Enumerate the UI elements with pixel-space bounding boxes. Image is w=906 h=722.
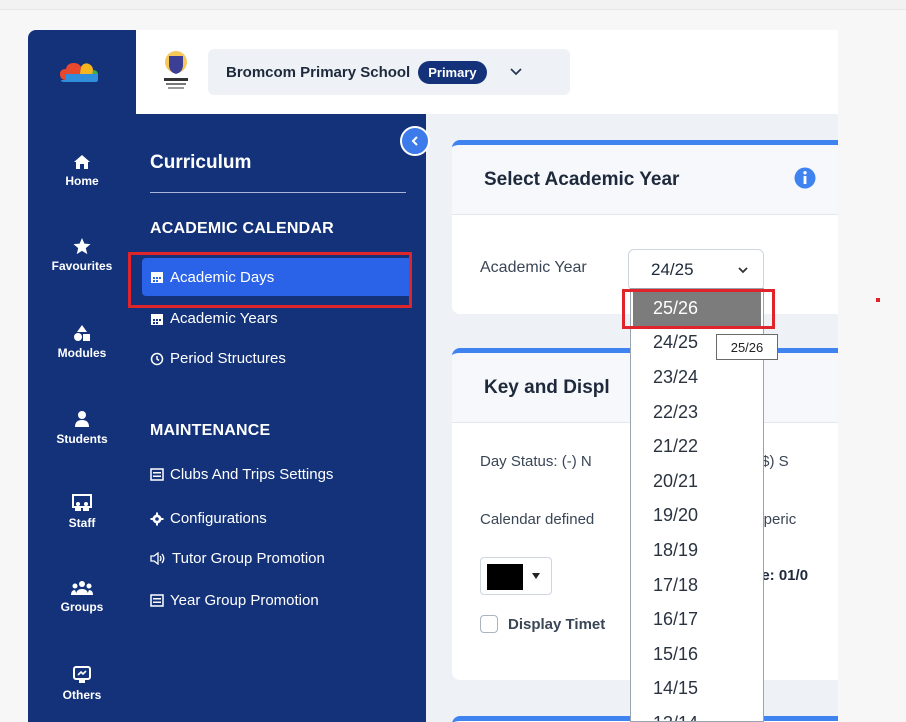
academic-year-select-value: 24/25: [651, 260, 694, 279]
chevron-down-icon[interactable]: [509, 65, 523, 79]
dropdown-option[interactable]: 16/17: [631, 602, 763, 637]
staff-icon: [72, 494, 92, 511]
gear-icon: [150, 512, 164, 525]
rail-item-home[interactable]: Home: [28, 154, 136, 190]
rail-label: Home: [65, 174, 99, 188]
rail-item-others[interactable]: Others: [28, 666, 136, 704]
school-selector[interactable]: Bromcom Primary School Primary: [208, 49, 570, 95]
academic-year-select[interactable]: 24/25: [628, 249, 764, 291]
list-icon: [150, 594, 164, 607]
student-icon: [75, 411, 89, 427]
collapse-nav-button[interactable]: [400, 126, 430, 156]
chevron-left-icon: [411, 136, 418, 146]
display-timetable-toggle[interactable]: Display Timet: [480, 615, 605, 633]
rail-label: Groups: [60, 600, 104, 614]
list-icon: [150, 468, 164, 481]
card-header: Select Academic Year: [452, 145, 838, 215]
dropdown-option[interactable]: 21/22: [631, 429, 763, 464]
academic-year-label: Academic Year: [480, 259, 587, 276]
card-title: Select Academic Year: [484, 168, 680, 190]
school-type-badge: Primary: [418, 60, 487, 84]
info-icon[interactable]: [794, 167, 816, 189]
rail-item-modules[interactable]: Modules: [28, 324, 136, 362]
browser-top-strip: [0, 0, 906, 10]
icon-rail: Home Favourites Modules Students Staff G…: [28, 114, 136, 722]
modules-icon: [74, 325, 90, 341]
chevron-down-icon: [738, 267, 748, 274]
nav-item-label: Configurations: [170, 510, 267, 527]
home-icon: [74, 155, 90, 169]
rail-item-groups[interactable]: Groups: [28, 580, 136, 616]
rail-label: Students: [56, 432, 108, 446]
nav-item-label: Clubs And Trips Settings: [170, 466, 334, 483]
star-icon: [73, 238, 91, 255]
nav-title: Curriculum: [150, 152, 252, 173]
nav-item-label: Period Structures: [170, 350, 286, 367]
caret-down-icon: [532, 573, 540, 579]
color-swatch: [487, 564, 523, 590]
nav-item-year-group-promotion[interactable]: Year Group Promotion: [150, 592, 319, 609]
dropdown-option[interactable]: 15/16: [631, 637, 763, 672]
dropdown-option[interactable]: 18/19: [631, 533, 763, 568]
nav-item-period-structures[interactable]: Period Structures: [150, 350, 286, 367]
dropdown-option[interactable]: 19/20: [631, 499, 763, 534]
dropdown-option[interactable]: 23/24: [631, 360, 763, 395]
option-tooltip: 25/26: [716, 334, 778, 360]
rail-label: Others: [62, 688, 102, 702]
dropdown-option[interactable]: 22/23: [631, 395, 763, 430]
display-checkbox-label: Display Timet: [508, 615, 606, 633]
nav-item-label: Academic Years: [170, 310, 278, 327]
calendar-defined-text: Calendar defined: [480, 511, 595, 528]
dropdown-option[interactable]: 14/15: [631, 672, 763, 707]
dropdown-option[interactable]: 20/21: [631, 464, 763, 499]
bromcom-cloud-logo-icon[interactable]: [58, 60, 100, 82]
header-logo-area: [28, 30, 136, 114]
school-crest-icon: [164, 51, 188, 89]
nav-item-tutor-group-promotion[interactable]: Tutor Group Promotion: [150, 550, 325, 567]
rail-label: Staff: [68, 516, 96, 530]
color-picker[interactable]: [480, 557, 552, 595]
rail-label: Favourites: [51, 259, 113, 273]
groups-icon: [71, 581, 93, 595]
dropdown-option[interactable]: 13/14: [631, 706, 763, 721]
school-name: Bromcom Primary School: [226, 63, 411, 81]
nav-item-clubs-and-trips-settings[interactable]: Clubs And Trips Settings: [150, 466, 333, 483]
dropdown-option[interactable]: 17/18: [631, 568, 763, 603]
top-header: Bromcom Primary School Primary: [28, 30, 838, 114]
red-marker-dot: [876, 298, 880, 302]
clock-icon: [150, 352, 164, 365]
rail-item-favourites[interactable]: Favourites: [28, 238, 136, 275]
highlight-box-option-25-26: [622, 289, 775, 329]
display-checkbox[interactable]: [480, 615, 498, 633]
nav-section-academic-calendar: ACADEMIC CALENDAR: [150, 220, 334, 237]
curriculum-nav-panel: Curriculum ACADEMIC CALENDAR Academic Da…: [136, 114, 426, 722]
speaker-icon: [150, 552, 165, 565]
others-icon: [73, 666, 91, 683]
nav-item-academic-years[interactable]: Academic Years: [150, 310, 278, 327]
nav-item-label: Year Group Promotion: [170, 592, 319, 609]
card-title: Key and Displ: [484, 376, 610, 398]
rail-item-students[interactable]: Students: [28, 410, 136, 448]
nav-section-maintenance: MAINTENANCE: [150, 422, 271, 439]
day-status-text: Day Status: (-) N: [480, 453, 592, 470]
nav-item-label: Tutor Group Promotion: [172, 550, 325, 567]
rail-item-staff[interactable]: Staff: [28, 494, 136, 532]
nav-item-configurations[interactable]: Configurations: [150, 510, 267, 527]
rail-label: Modules: [57, 346, 107, 360]
calendar-icon: [151, 313, 163, 325]
nav-divider: [150, 192, 406, 193]
highlight-box-academic-days: [128, 252, 412, 308]
